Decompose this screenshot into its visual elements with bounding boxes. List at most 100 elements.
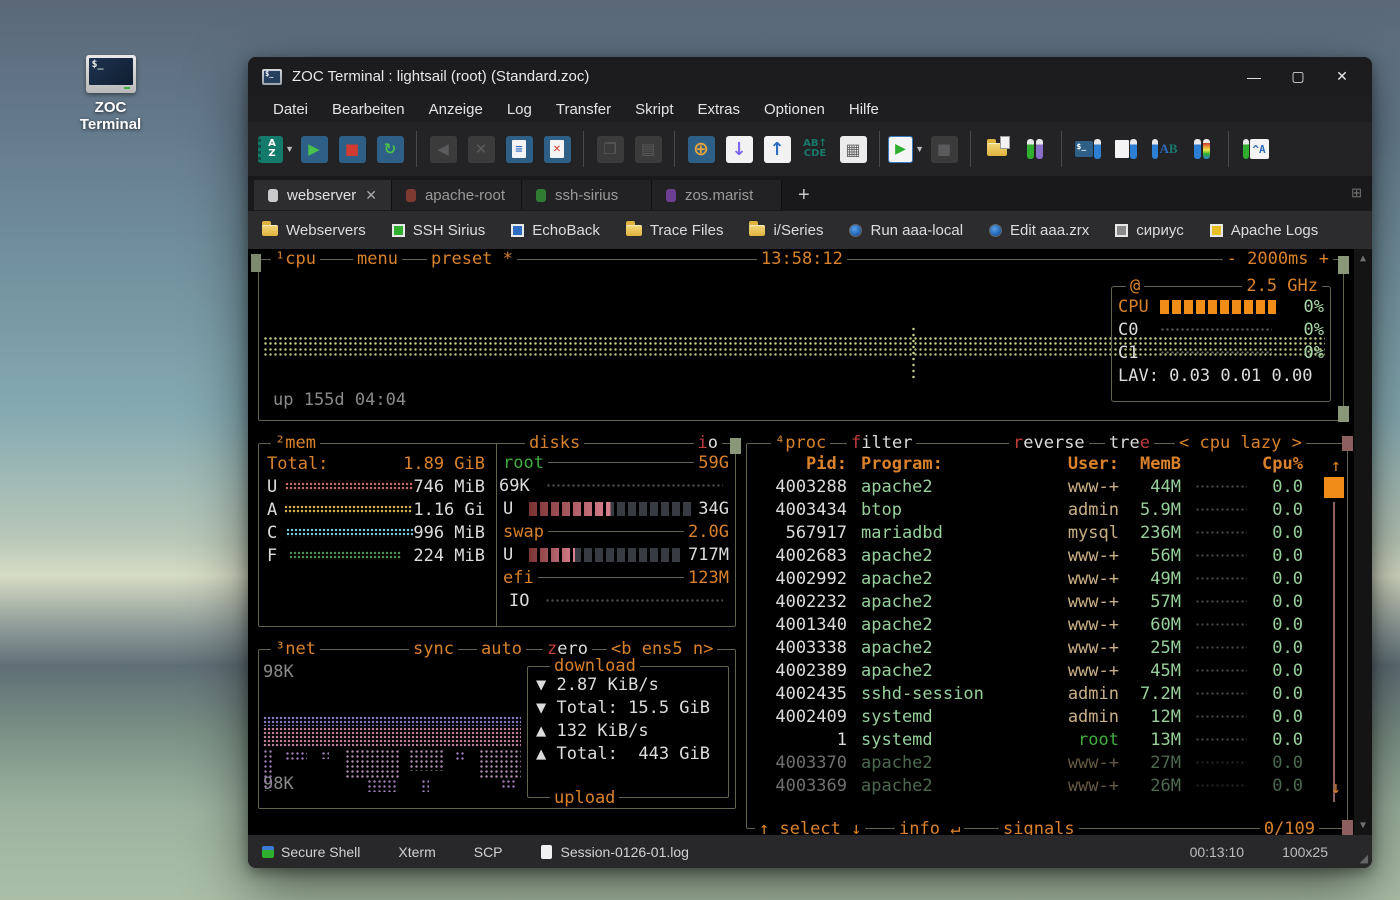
btop-interval-control[interactable]: - 2000ms + <box>1223 249 1333 269</box>
process-row[interactable]: 567917mariadbdmysql236M0.0 <box>755 521 1319 544</box>
tab-close-icon[interactable]: ✕ <box>365 187 377 204</box>
font-settings-button[interactable]: AB <box>1146 129 1182 169</box>
scroll-down-icon[interactable]: ▼ <box>1360 820 1366 831</box>
process-row[interactable]: 4002435sshd-sessionadmin7.2M0.0 <box>755 682 1319 705</box>
quickbar-button-webservers[interactable]: Webservers <box>262 222 366 239</box>
process-row[interactable]: 4002683apache2www-+56M0.0 <box>755 544 1319 567</box>
color-settings-button[interactable] <box>1184 129 1220 169</box>
proc-scroll-thumb[interactable] <box>1324 477 1344 498</box>
character-table-button[interactable]: ▦ <box>835 129 871 169</box>
clear-screen-button[interactable]: ✕ <box>463 129 499 169</box>
quickbar-button-i-series[interactable]: i/Series <box>749 222 823 239</box>
host-directory-button[interactable]: AZ▼ <box>258 129 294 169</box>
log-start-button[interactable]: ≡ <box>501 129 537 169</box>
menu-item-transfer[interactable]: Transfer <box>545 99 622 120</box>
cpu-panel-title[interactable]: ¹cpu <box>271 249 320 269</box>
send-file-button[interactable]: ↑ <box>759 129 795 169</box>
menu-item-skript[interactable]: Skript <box>624 99 684 120</box>
terminal-scrollbar[interactable]: ▲ ▼ <box>1354 249 1372 835</box>
btop-preset-button[interactable]: preset * <box>427 249 517 269</box>
quickbar-button-сириус[interactable]: сириус <box>1115 222 1183 239</box>
upload-rate: ▲ 132 KiB/s <box>536 719 649 742</box>
proc-select-control[interactable]: ↑ select ↓ <box>755 819 865 835</box>
desktop-icon-zoc-terminal[interactable]: $_ ZOC Terminal <box>63 55 158 133</box>
translation-button[interactable]: ^A <box>1237 129 1273 169</box>
resize-grip[interactable]: ◢ <box>1360 852 1368 865</box>
net-panel-title[interactable]: ³net <box>271 639 320 659</box>
maximize-button[interactable]: ▢ <box>1276 62 1320 92</box>
disks-io-button[interactable]: io <box>694 433 723 453</box>
menu-item-extras[interactable]: Extras <box>686 99 751 120</box>
proc-reverse-button[interactable]: reverse <box>1009 433 1089 453</box>
minimize-button[interactable]: — <box>1232 62 1276 92</box>
menu-item-optionen[interactable]: Optionen <box>753 99 836 120</box>
process-row[interactable]: 4003370apache2www-+27M0.0 <box>755 751 1319 774</box>
menu-item-log[interactable]: Log <box>496 99 543 120</box>
menu-item-bearbeiten[interactable]: Bearbeiten <box>321 99 416 120</box>
mem-panel-title[interactable]: ²mem <box>271 433 320 453</box>
process-row[interactable]: 4002389apache2www-+45M0.0 <box>755 659 1319 682</box>
quickbar-button-echoback[interactable]: EchoBack <box>511 222 600 239</box>
proc-signals-control[interactable]: signals <box>999 819 1079 835</box>
capture-button[interactable]: AB↑CDE <box>797 129 833 169</box>
session-log-status[interactable]: Session-0126-01.log <box>541 844 689 860</box>
stop-script-button[interactable]: ■ <box>926 129 962 169</box>
quickbar-button-ssh-sirius[interactable]: SSH Sirius <box>392 222 486 239</box>
process-row[interactable]: 4001340apache2www-+60M0.0 <box>755 613 1319 636</box>
quickbar-button-trace-files[interactable]: Trace Files <box>626 222 724 239</box>
terminal-screen[interactable]: ¹cpu menu preset * 13:58:12 - 2000ms + u… <box>248 249 1372 835</box>
process-row[interactable]: 4003288apache2www-+44M0.0 <box>755 475 1319 498</box>
proc-sort-arrow[interactable]: ↑ <box>1331 456 1341 476</box>
menu-item-datei[interactable]: Datei <box>262 99 319 120</box>
tab-ssh-sirius[interactable]: ssh-sirius <box>522 180 652 210</box>
session-settings-button[interactable] <box>1108 129 1144 169</box>
disconnect-button[interactable]: ■ <box>334 129 370 169</box>
copy-button[interactable]: ❐ <box>592 129 628 169</box>
tab-color-chip <box>666 189 676 202</box>
open-folder-button[interactable] <box>979 129 1015 169</box>
tab-apache-root[interactable]: apache-root <box>392 180 522 210</box>
menu-item-anzeige[interactable]: Anzeige <box>418 99 494 120</box>
menu-item-hilfe[interactable]: Hilfe <box>838 99 890 120</box>
btop-menu-button[interactable]: menu <box>353 249 402 269</box>
proc-filter-button[interactable]: filter <box>847 433 916 453</box>
process-row[interactable]: 4003338apache2www-+25M0.0 <box>755 636 1319 659</box>
process-row[interactable]: 4002992apache2www-+49M0.0 <box>755 567 1319 590</box>
run-script-button[interactable]: ▶▼ <box>888 129 924 169</box>
dropdown-caret-icon[interactable]: ▼ <box>285 144 294 154</box>
tools-button[interactable] <box>1017 129 1053 169</box>
close-button[interactable]: ✕ <box>1320 62 1364 92</box>
scroll-up-icon[interactable]: ▲ <box>1360 253 1366 264</box>
quickbar-button-edit-aaa-zrx[interactable]: Edit aaa.zrx <box>989 222 1089 239</box>
terminal-settings-button[interactable]: $_ <box>1070 129 1106 169</box>
process-row[interactable]: 4003369apache2www-+26M0.0 <box>755 774 1319 797</box>
proc-tree-button[interactable]: tree <box>1105 433 1154 453</box>
target-button[interactable]: ⊕ <box>683 129 719 169</box>
tab-overview-icon[interactable]: ⊞ <box>1351 185 1362 201</box>
import-button[interactable]: ◀ <box>425 129 461 169</box>
process-row[interactable]: 4003434btopadmin5.9M0.0 <box>755 498 1319 521</box>
tab-webserver[interactable]: webserver✕ <box>254 180 392 210</box>
protocol-status[interactable]: SCP <box>474 844 503 860</box>
dropdown-caret-icon[interactable]: ▼ <box>915 144 924 154</box>
emulation-status[interactable]: Xterm <box>398 844 435 860</box>
net-auto-button[interactable]: auto <box>477 639 526 659</box>
log-stop-button[interactable]: ✕ <box>539 129 575 169</box>
proc-info-control[interactable]: info ↵ <box>895 819 964 835</box>
new-tab-button[interactable]: + <box>782 180 826 210</box>
process-row[interactable]: 1systemdroot13M0.0 <box>755 728 1319 751</box>
net-sync-button[interactable]: sync <box>409 639 458 659</box>
tab-zos.marist[interactable]: zos.marist <box>652 180 782 210</box>
proc-panel-title[interactable]: ⁴proc <box>771 433 830 453</box>
process-row[interactable]: 4002232apache2www-+57M0.0 <box>755 590 1319 613</box>
paste-button[interactable]: ▤ <box>630 129 666 169</box>
shell-status[interactable]: Secure Shell <box>262 844 360 860</box>
receive-file-button[interactable]: ↓ <box>721 129 757 169</box>
quickbar-button-run-aaa-local[interactable]: Run aaa-local <box>849 222 963 239</box>
quickbar-button-apache-logs[interactable]: Apache Logs <box>1210 222 1319 239</box>
connect-button[interactable]: ▶ <box>296 129 332 169</box>
reconnect-button[interactable]: ↻ <box>372 129 408 169</box>
proc-sort-selector[interactable]: < cpu lazy > <box>1175 433 1306 453</box>
titlebar[interactable]: $_ ZOC Terminal : lightsail (root) (Stan… <box>248 57 1372 96</box>
process-row[interactable]: 4002409systemdadmin12M0.0 <box>755 705 1319 728</box>
